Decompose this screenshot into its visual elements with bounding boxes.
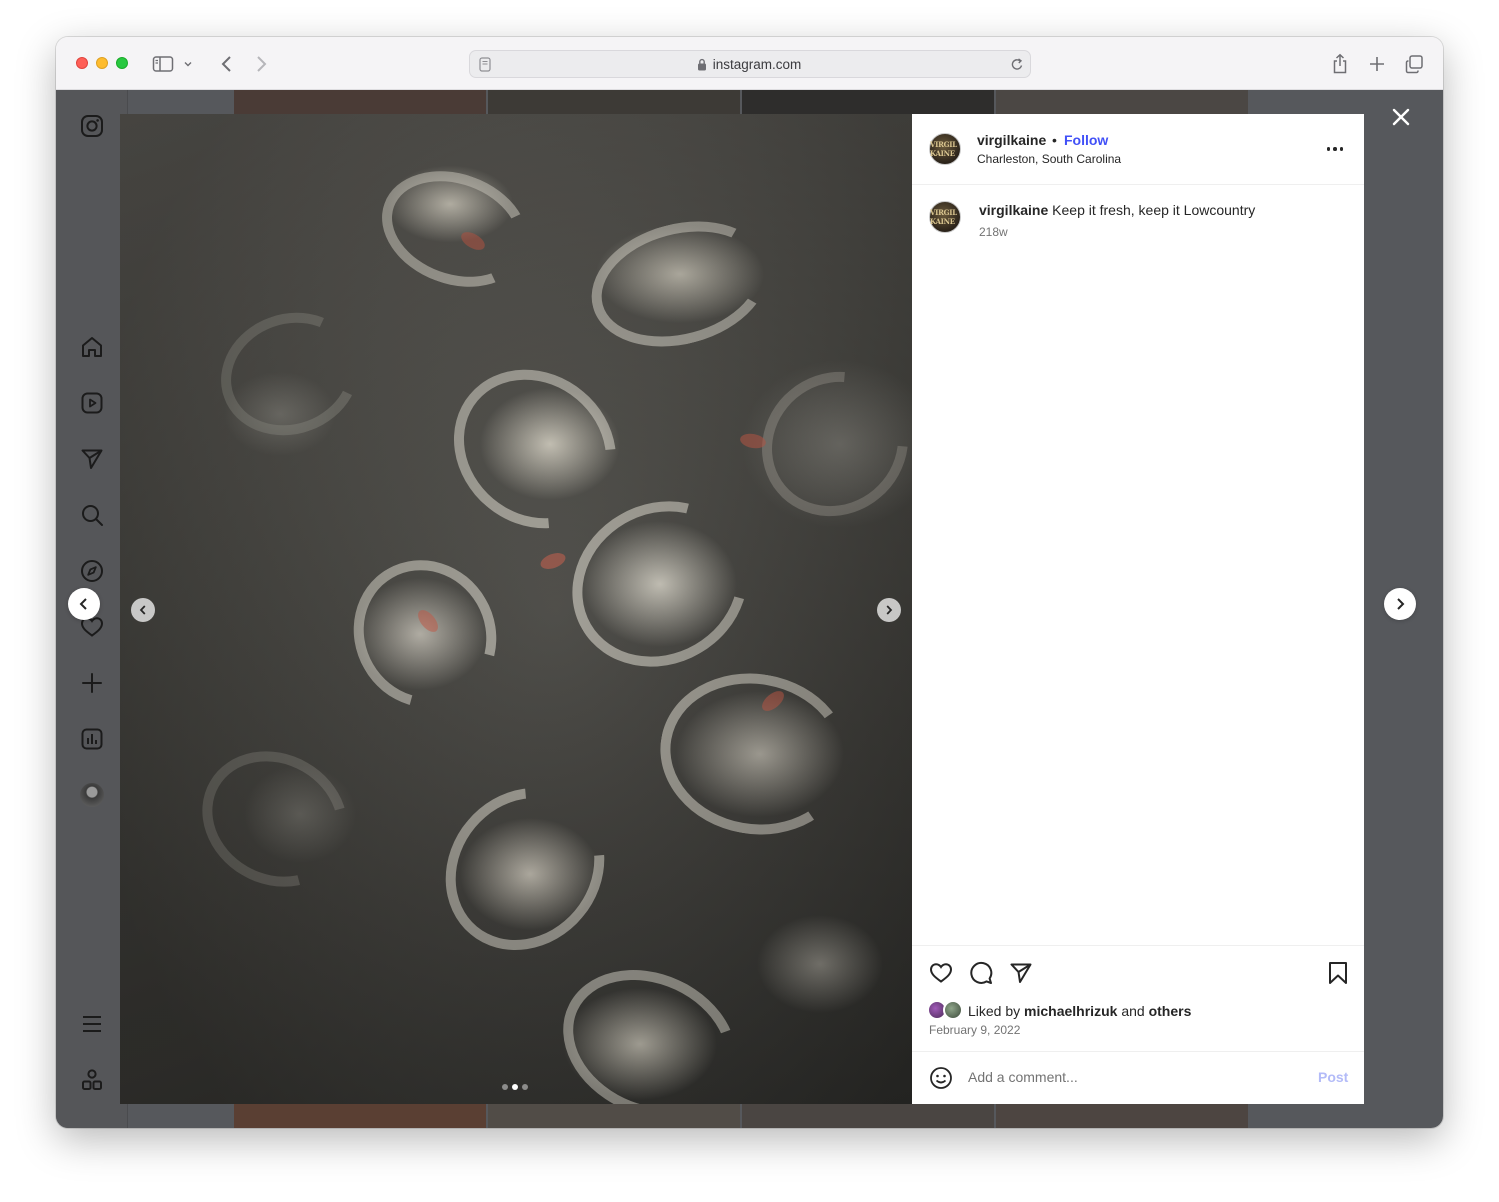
instagram-logo-icon[interactable] xyxy=(78,112,106,140)
caption-avatar[interactable]: VIRGIL KAINE xyxy=(929,201,961,233)
explore-icon[interactable] xyxy=(78,557,106,585)
liked-username[interactable]: michaelhrizuk xyxy=(1024,1003,1117,1019)
url-text: instagram.com xyxy=(712,57,802,72)
more-options-icon[interactable] xyxy=(1324,140,1346,158)
forward-icon[interactable] xyxy=(248,51,274,77)
browser-toolbar: instagram.com xyxy=(56,37,1443,90)
background-post-tile xyxy=(742,90,994,114)
liker-avatar[interactable] xyxy=(943,1000,963,1020)
next-photo-button[interactable] xyxy=(877,598,901,622)
search-icon[interactable] xyxy=(78,501,106,529)
emoji-icon[interactable] xyxy=(926,1063,956,1093)
author-username[interactable]: virgilkaine xyxy=(977,132,1046,148)
plus-icon[interactable] xyxy=(78,669,106,697)
liked-mid: and xyxy=(1121,1003,1145,1019)
post-caption: virgilkaine Keep it fresh, keep it Lowco… xyxy=(979,202,1255,218)
post-header: VIRGIL KAINE virgilkaine • Follow Charle… xyxy=(912,114,1364,185)
background-post-tile xyxy=(234,1104,486,1128)
carousel-dot xyxy=(502,1084,508,1090)
caption-text: Keep it fresh, keep it Lowcountry xyxy=(1052,202,1256,218)
address-bar[interactable]: instagram.com xyxy=(469,50,1031,78)
liked-prefix: Liked by xyxy=(968,1003,1021,1019)
comment-input[interactable]: Add a comment... xyxy=(968,1069,1078,1085)
close-window-button[interactable] xyxy=(76,57,88,69)
liked-others[interactable]: others xyxy=(1149,1003,1192,1019)
sidebar-toggle-icon[interactable] xyxy=(150,51,176,77)
post-photo[interactable] xyxy=(120,114,912,1104)
likes-summary: Liked by michaelhrizuk and others xyxy=(968,1003,1191,1019)
share-icon[interactable] xyxy=(1327,51,1353,77)
reels-icon[interactable] xyxy=(78,389,106,417)
save-bookmark-icon[interactable] xyxy=(1323,958,1353,988)
previous-post-button[interactable] xyxy=(68,588,100,620)
direct-icon[interactable] xyxy=(78,445,106,473)
background-post-tile xyxy=(488,1104,740,1128)
previous-photo-button[interactable] xyxy=(131,598,155,622)
author-avatar[interactable]: VIRGIL KAINE xyxy=(929,133,961,165)
comment-bar: Add a comment... Post xyxy=(912,1051,1364,1104)
instagram-page: VIRGIL KAINE virgilkaine • Follow Charle… xyxy=(56,90,1443,1128)
tab-overview-icon[interactable] xyxy=(1401,51,1427,77)
separator-dot: • xyxy=(1052,132,1057,148)
carousel-dot xyxy=(522,1084,528,1090)
background-post-tile xyxy=(996,1104,1248,1128)
post-modal: VIRGIL KAINE virgilkaine • Follow Charle… xyxy=(120,114,1364,1104)
follow-button[interactable]: Follow xyxy=(1064,132,1108,148)
zoom-window-button[interactable] xyxy=(116,57,128,69)
caption-age[interactable]: 218w xyxy=(979,225,1008,239)
post-comment-button[interactable]: Post xyxy=(1318,1069,1348,1085)
apps-icon[interactable] xyxy=(78,1066,106,1094)
post-date[interactable]: February 9, 2022 xyxy=(929,1023,1020,1037)
back-icon[interactable] xyxy=(214,51,240,77)
post-location[interactable]: Charleston, South Carolina xyxy=(977,152,1121,166)
reload-icon[interactable] xyxy=(1010,57,1024,77)
share-post-icon[interactable] xyxy=(1006,958,1036,988)
insights-icon[interactable] xyxy=(78,725,106,753)
background-post-tile xyxy=(742,1104,994,1128)
caption-username[interactable]: virgilkaine xyxy=(979,202,1048,218)
post-actions: Liked by michaelhrizuk and others Februa… xyxy=(912,945,1364,1051)
browser-window: instagram.com VIRGIL KAINE virgilkaine •… xyxy=(56,37,1443,1128)
home-icon[interactable] xyxy=(78,333,106,361)
chevron-down-icon[interactable] xyxy=(180,51,196,77)
close-icon[interactable] xyxy=(1389,105,1413,129)
minimize-window-button[interactable] xyxy=(96,57,108,69)
post-details-panel: VIRGIL KAINE virgilkaine • Follow Charle… xyxy=(912,114,1364,1104)
carousel-dot-active xyxy=(512,1084,518,1090)
new-tab-icon[interactable] xyxy=(1364,51,1390,77)
carousel-indicator xyxy=(502,1084,528,1090)
comment-icon[interactable] xyxy=(966,958,996,988)
profile-avatar[interactable] xyxy=(78,781,106,809)
background-post-tile xyxy=(488,90,740,114)
next-post-button[interactable] xyxy=(1384,588,1416,620)
background-post-tile xyxy=(996,90,1248,114)
menu-icon[interactable] xyxy=(78,1010,106,1038)
like-heart-icon[interactable] xyxy=(926,958,956,988)
background-post-tile xyxy=(234,90,486,114)
